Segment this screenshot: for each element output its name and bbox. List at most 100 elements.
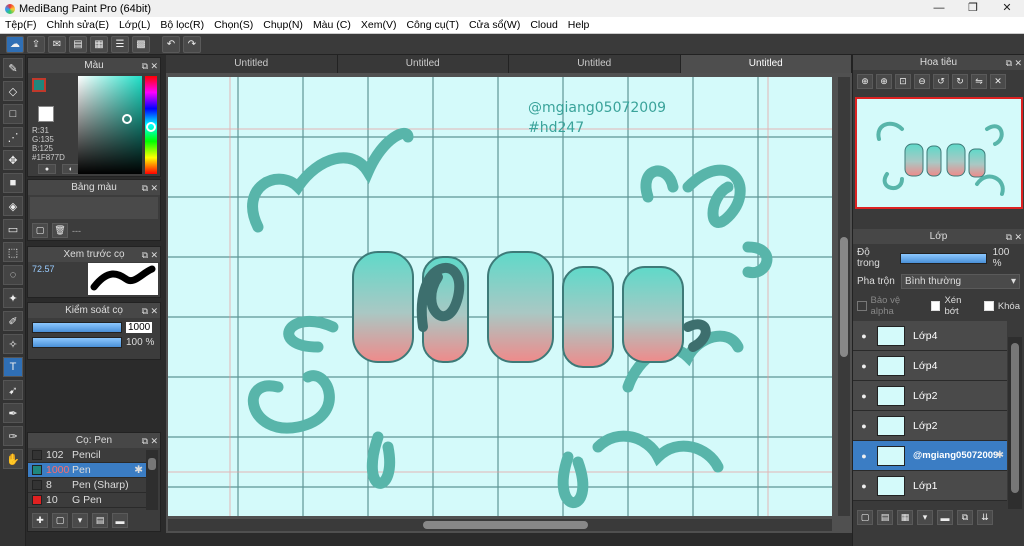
new-palette-icon[interactable]: ▢: [32, 223, 48, 238]
fit-icon[interactable]: ⊡: [895, 74, 911, 89]
tab-untitled-4[interactable]: Untitled: [680, 55, 852, 73]
swap-color-icon[interactable]: ●: [38, 164, 56, 174]
list-icon[interactable]: ☰: [111, 35, 129, 53]
popout-icon[interactable]: ⧉: [142, 181, 148, 196]
flip-icon[interactable]: ⇋: [971, 74, 987, 89]
menu-select[interactable]: Chọn(S): [209, 19, 258, 31]
tab-untitled-1[interactable]: Untitled: [166, 55, 338, 73]
add-brush-icon[interactable]: ✚: [32, 513, 48, 528]
close-icon[interactable]: ✕: [1014, 230, 1022, 245]
move-tool-icon[interactable]: ✥: [3, 150, 23, 170]
popout-icon[interactable]: ⧉: [1006, 56, 1012, 71]
operation-tool-icon[interactable]: ➹: [3, 380, 23, 400]
popout-icon[interactable]: ⧉: [142, 248, 148, 263]
close-icon[interactable]: ✕: [150, 304, 158, 319]
close-icon[interactable]: ✕: [150, 59, 158, 74]
merge-layer-icon[interactable]: ⇊: [977, 510, 993, 525]
popout-icon[interactable]: ⧉: [1006, 230, 1012, 245]
select-tool-icon[interactable]: ⬚: [3, 242, 23, 262]
brush-item-g-pen[interactable]: 10 G Pen: [28, 493, 146, 508]
transparent-swatch[interactable]: [38, 106, 54, 122]
layer-item[interactable]: ● Lớp4: [853, 351, 1007, 381]
brush-size-slider[interactable]: [32, 322, 122, 333]
cloud-icon[interactable]: ☁: [6, 35, 24, 53]
canvas-vertical-scrollbar[interactable]: [838, 77, 850, 516]
new-halftone-layer-icon[interactable]: ▤: [877, 510, 893, 525]
layer-item[interactable]: ● Lớp2: [853, 411, 1007, 441]
duplicate-layer-icon[interactable]: ⧉: [957, 510, 973, 525]
share-icon[interactable]: ⇪: [27, 35, 45, 53]
visibility-icon[interactable]: ●: [857, 331, 871, 341]
lasso-tool-icon[interactable]: ◌: [3, 265, 23, 285]
menu-edit[interactable]: Chỉnh sửa(E): [42, 19, 114, 31]
menu-layer[interactable]: Lớp(L): [114, 19, 155, 31]
delete-palette-icon[interactable]: 🗑: [52, 223, 68, 238]
brush-menu-icon[interactable]: ▾: [72, 513, 88, 528]
layer-item[interactable]: ● Lớp2: [853, 381, 1007, 411]
lock-checkbox[interactable]: [984, 301, 994, 311]
close-icon[interactable]: ✕: [150, 248, 158, 263]
gear-icon[interactable]: ✱: [996, 450, 1004, 461]
drawing-canvas[interactable]: @mgiang05072009 #hd247: [168, 77, 832, 516]
maximize-button[interactable]: ❐: [956, 0, 990, 17]
eyedropper-icon[interactable]: ✒: [3, 403, 23, 423]
brush-settings-icon[interactable]: ▤: [92, 513, 108, 528]
brush-opacity-slider[interactable]: [32, 337, 122, 348]
hand-tool-icon[interactable]: ✋: [3, 449, 23, 469]
text-tool-icon[interactable]: T: [3, 357, 23, 377]
menu-window[interactable]: Cửa sổ(W): [464, 19, 525, 31]
minimize-button[interactable]: —: [922, 0, 956, 17]
popout-icon[interactable]: ⧉: [142, 304, 148, 319]
brush-tool-icon[interactable]: ✎: [3, 58, 23, 78]
eraser-tool-icon[interactable]: ◇: [3, 81, 23, 101]
fill-rect-tool-icon[interactable]: ■: [3, 173, 23, 193]
pen-tool-icon[interactable]: ✑: [3, 426, 23, 446]
brush-item-pen[interactable]: 1000 Pen ✱: [28, 463, 146, 478]
zoom-in-icon[interactable]: ⊕: [857, 74, 873, 89]
menu-cloud[interactable]: Cloud: [525, 19, 562, 31]
popout-icon[interactable]: ⧉: [142, 434, 148, 449]
brush-item-pen-sharp[interactable]: 8 Pen (Sharp): [28, 478, 146, 493]
menu-help[interactable]: Help: [563, 19, 595, 31]
menu-view[interactable]: Xem(V): [356, 19, 402, 31]
grid-icon[interactable]: ▩: [132, 35, 150, 53]
menu-file[interactable]: Tệp(F): [0, 19, 42, 31]
layer-opacity-slider[interactable]: [899, 252, 987, 264]
gear-icon[interactable]: ✱: [134, 464, 143, 476]
close-icon[interactable]: ✕: [150, 434, 158, 449]
visibility-icon[interactable]: ●: [857, 451, 871, 461]
brush-item-pencil[interactable]: 102 Pencil: [28, 448, 146, 463]
new-layer-icon[interactable]: ▢: [857, 510, 873, 525]
tab-untitled-2[interactable]: Untitled: [337, 55, 509, 73]
layer-menu-icon[interactable]: ▾: [917, 510, 933, 525]
reset-view-icon[interactable]: ✕: [990, 74, 1006, 89]
menu-filter[interactable]: Bộ lọc(R): [155, 19, 209, 31]
close-icon[interactable]: ✕: [150, 181, 158, 196]
navigator-preview[interactable]: [855, 97, 1023, 209]
protect-alpha-checkbox[interactable]: [857, 301, 867, 311]
select-pen-icon[interactable]: ✐: [3, 311, 23, 331]
visibility-icon[interactable]: ●: [857, 391, 871, 401]
rectangle-tool-icon[interactable]: □: [3, 104, 23, 124]
visibility-icon[interactable]: ●: [857, 421, 871, 431]
new-8bit-layer-icon[interactable]: ▦: [897, 510, 913, 525]
bucket-tool-icon[interactable]: ◈: [3, 196, 23, 216]
magic-wand-icon[interactable]: ✦: [3, 288, 23, 308]
dot-tool-icon[interactable]: ⋰: [3, 127, 23, 147]
new-brush-icon[interactable]: ▢: [52, 513, 68, 528]
zoom-in-alt-icon[interactable]: ⊕: [876, 74, 892, 89]
layer-list-scrollbar[interactable]: [1008, 337, 1022, 509]
menu-tools[interactable]: Công cụ(T): [401, 19, 464, 31]
rotate-right-icon[interactable]: ↻: [952, 74, 968, 89]
layer-item[interactable]: ● Lớp1: [853, 471, 1007, 501]
palette-swatch-area[interactable]: [30, 197, 158, 219]
close-button[interactable]: ✕: [990, 0, 1024, 17]
blend-mode-select[interactable]: Bình thường ▾: [901, 274, 1020, 289]
menu-snap[interactable]: Chụp(N): [258, 19, 308, 31]
popout-icon[interactable]: ⧉: [142, 59, 148, 74]
folder-icon[interactable]: ▬: [112, 513, 128, 528]
close-icon[interactable]: ✕: [1014, 56, 1022, 71]
file-icon[interactable]: ▦: [90, 35, 108, 53]
gradient-tool-icon[interactable]: ▭: [3, 219, 23, 239]
brush-size-value[interactable]: 1000: [126, 322, 153, 333]
